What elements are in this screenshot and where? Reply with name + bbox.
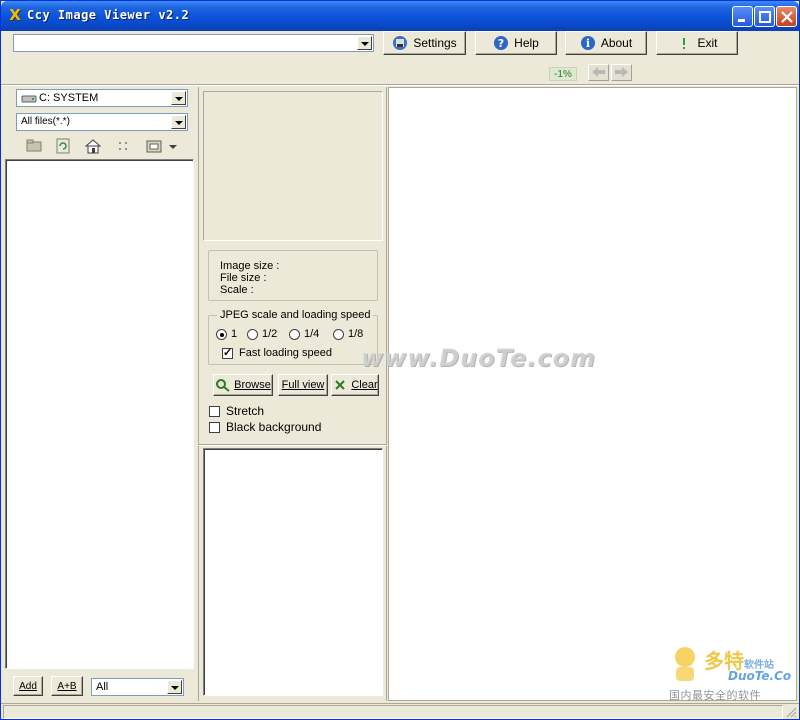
logo-line3: 国内最安全的软件 — [669, 690, 761, 702]
fast-loading-checkbox[interactable]: Fast loading speed — [222, 346, 332, 359]
maximize-button[interactable] — [754, 6, 775, 27]
logo-line2: DuoTe.Co — [728, 669, 792, 683]
about-button[interactable]: i About — [565, 31, 647, 55]
scale-label: Scale : — [220, 284, 254, 296]
fast-loading-label: Fast loading speed — [239, 347, 332, 359]
scale-option-1-8-label: 1/8 — [348, 328, 364, 340]
checkbox-checked-icon[interactable] — [222, 346, 233, 359]
clear-x-icon — [335, 380, 346, 390]
image-info-box: Image size : File size : Scale : — [208, 250, 378, 301]
help-icon: ? — [494, 36, 509, 50]
home-icon[interactable] — [84, 138, 102, 154]
settings-icon — [393, 36, 408, 50]
browse-label: Browse — [234, 379, 271, 391]
magnifier-icon — [216, 379, 230, 392]
full-view-button[interactable]: Full view — [278, 374, 328, 396]
folder-tree[interactable] — [5, 159, 194, 669]
app-x-icon[interactable]: X — [7, 7, 23, 23]
drive-icon — [21, 95, 37, 103]
title-bar[interactable]: X Ccy Image Viewer v2.2 — [1, 1, 799, 31]
add-label: Add — [19, 680, 37, 692]
black-background-label: Black background — [226, 420, 322, 434]
scale-option-1-2-label: 1/2 — [262, 328, 278, 340]
chevron-down-icon[interactable] — [357, 36, 372, 50]
status-bar — [1, 703, 799, 719]
prev-image-button[interactable] — [588, 64, 609, 81]
folder-up-icon[interactable] — [25, 138, 43, 154]
view-list-icon[interactable] — [114, 138, 132, 154]
full-view-label: Full view — [281, 379, 325, 391]
radio-icon[interactable] — [247, 328, 258, 340]
app-window: X Ccy Image Viewer v2.2 Settings ? Help … — [0, 0, 800, 720]
settings-label: Settings — [413, 36, 457, 50]
path-combobox[interactable] — [13, 34, 374, 52]
scale-option-1-4[interactable]: 1/4 — [289, 328, 319, 340]
center-watermark: www.DuoTe.com — [361, 344, 596, 372]
scale-option-1-4-label: 1/4 — [304, 328, 320, 340]
help-button[interactable]: ? Help — [475, 31, 557, 55]
arrow-left-icon — [592, 67, 605, 77]
status-section — [3, 705, 783, 719]
window-title: Ccy Image Viewer v2.2 — [27, 8, 190, 22]
thumbnail-menu-icon[interactable] — [145, 138, 179, 154]
checkbox-icon[interactable] — [209, 421, 220, 433]
file-filter-value: All files(*.*) — [21, 116, 70, 127]
about-label: About — [600, 36, 633, 50]
scale-option-1[interactable]: 1 — [216, 328, 237, 340]
stretch-checkbox[interactable]: Stretch — [209, 404, 264, 418]
stretch-label: Stretch — [226, 404, 265, 418]
browse-button[interactable]: Browse — [213, 374, 273, 396]
exit-label: Exit — [697, 36, 718, 50]
zoom-readout: -1% — [549, 67, 577, 81]
file-filter-combobox[interactable]: All files(*.*) — [16, 113, 188, 131]
clear-label: Clear — [351, 379, 378, 391]
arrow-right-icon — [615, 67, 628, 77]
image-size-label: Image size : — [220, 260, 280, 272]
list-filter-combobox[interactable]: All — [91, 678, 184, 696]
toolbar-separator — [1, 84, 799, 86]
chevron-down-icon[interactable] — [167, 680, 182, 694]
info-icon: i — [580, 36, 595, 50]
radio-selected-icon[interactable] — [216, 328, 227, 340]
jpeg-scale-group: JPEG scale and loading speed 1 1/2 1/4 1… — [208, 309, 378, 365]
chevron-down-icon[interactable] — [171, 91, 186, 105]
add-b-label: A+B — [57, 680, 77, 692]
next-image-button[interactable] — [611, 64, 632, 81]
minimize-icon — [738, 19, 745, 22]
minimize-button[interactable] — [732, 6, 753, 27]
scale-option-1-8[interactable]: 1/8 — [333, 328, 363, 340]
refresh-icon[interactable] — [54, 138, 72, 154]
settings-button[interactable]: Settings — [383, 31, 466, 55]
clear-button[interactable]: Clear — [331, 374, 379, 396]
svg-text:?: ? — [498, 37, 504, 50]
file-list[interactable] — [203, 448, 383, 696]
drive-combobox[interactable]: C: SYSTEM — [16, 89, 188, 107]
add-b-button[interactable]: A+B — [51, 676, 83, 696]
drive-combobox-value: C: SYSTEM — [39, 92, 99, 104]
jpeg-group-title: JPEG scale and loading speed — [217, 309, 374, 321]
exit-icon — [683, 38, 686, 49]
scale-option-1-2[interactable]: 1/2 — [247, 328, 277, 340]
resize-grip-icon[interactable] — [785, 706, 797, 718]
maximize-icon — [759, 11, 771, 23]
help-label: Help — [514, 36, 539, 50]
svg-text:i: i — [586, 37, 590, 50]
close-button[interactable] — [776, 6, 797, 27]
thumbnail-preview — [203, 91, 383, 241]
chevron-down-icon[interactable] — [171, 115, 186, 129]
add-button[interactable]: Add — [13, 676, 43, 696]
checkbox-icon[interactable] — [209, 405, 220, 417]
radio-icon[interactable] — [289, 328, 300, 340]
scale-option-1-label: 1 — [231, 328, 238, 340]
mascot-icon — [675, 647, 695, 681]
radio-icon[interactable] — [333, 328, 344, 340]
image-canvas[interactable] — [388, 87, 797, 701]
list-filter-value: All — [96, 681, 109, 693]
logo-watermark: 多特软件站 DuoTe.Co 国内最安全的软件 — [666, 641, 796, 703]
file-size-label: File size : — [220, 272, 267, 284]
middle-separator — [198, 444, 387, 446]
close-icon — [781, 11, 793, 23]
black-background-checkbox[interactable]: Black background — [209, 420, 321, 434]
exit-button[interactable]: Exit — [656, 31, 738, 55]
